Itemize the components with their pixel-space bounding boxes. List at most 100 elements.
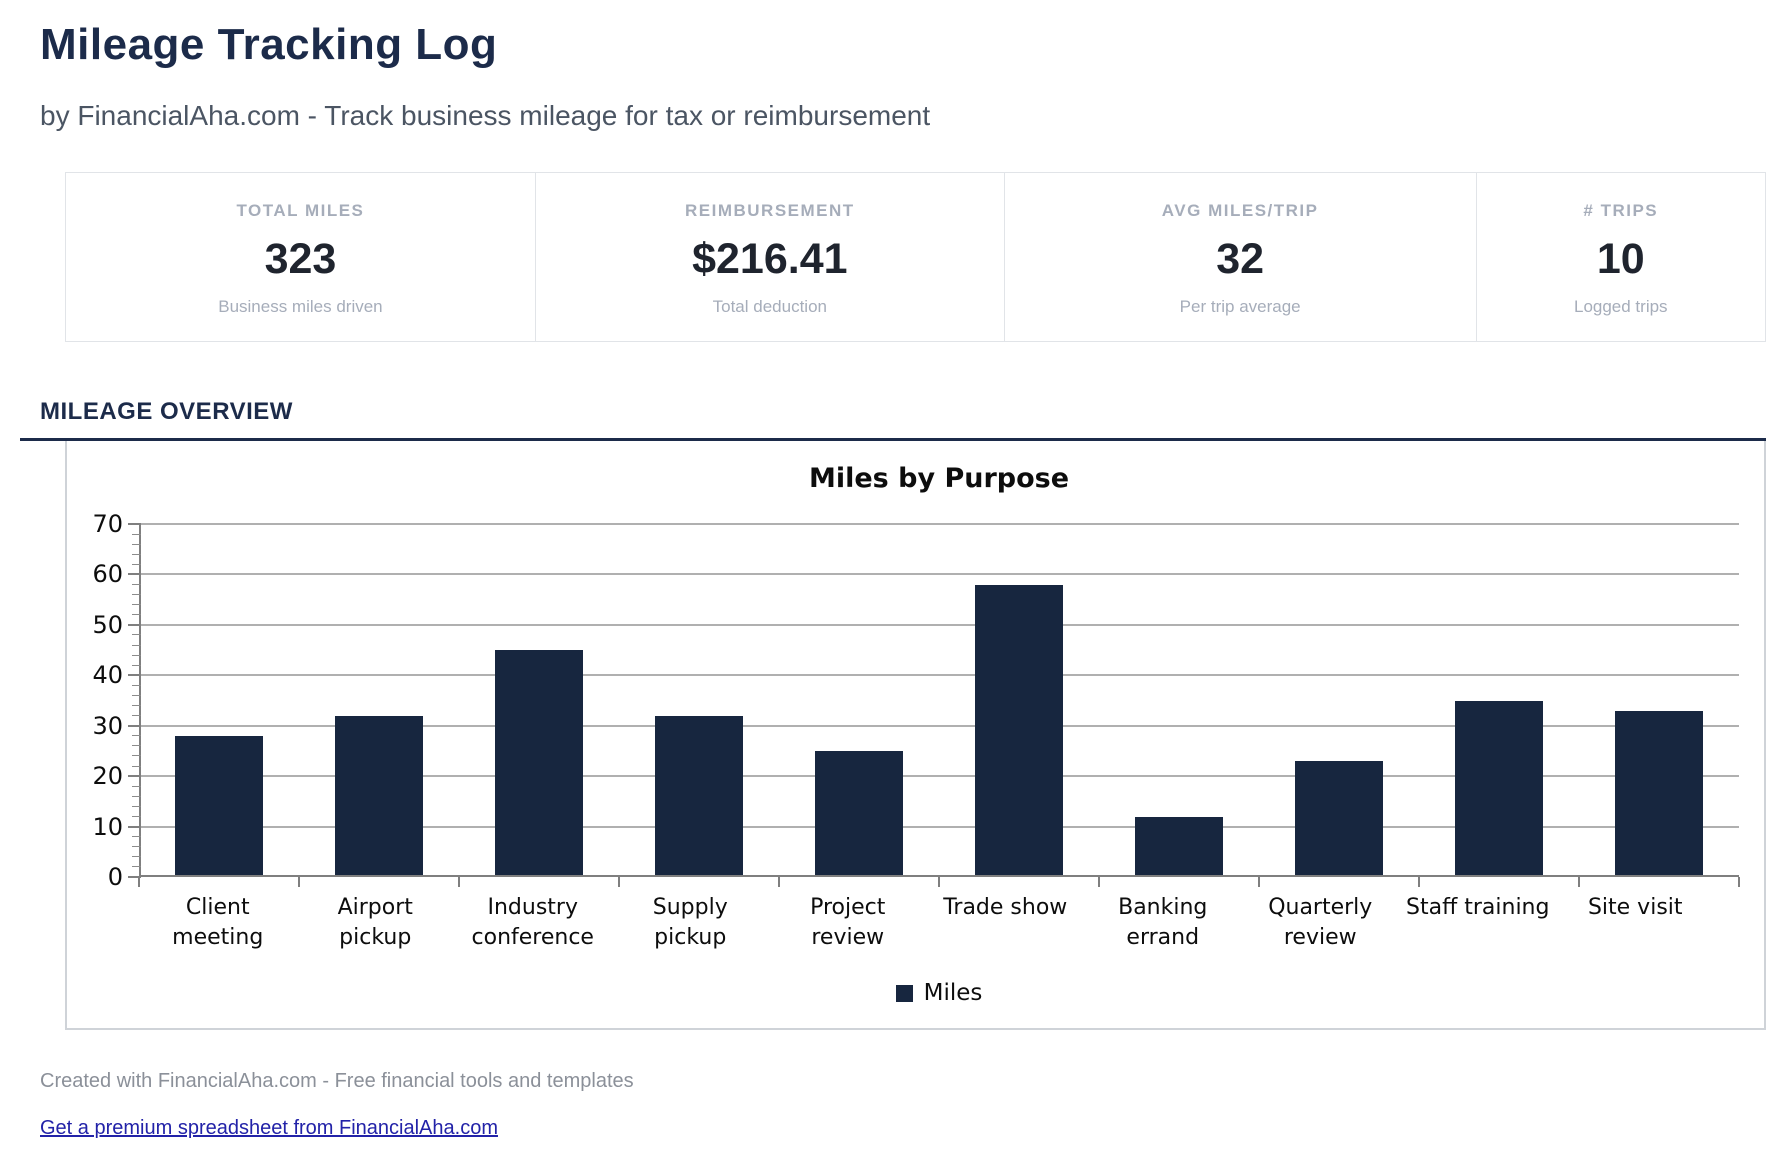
y-tick-minor (132, 695, 141, 696)
bar-slot (619, 524, 779, 877)
stat-card-total-miles: TOTAL MILES 323 Business miles driven (66, 173, 535, 341)
x-tick (778, 877, 780, 887)
mileage-chart-panel: Miles by Purpose 010203040506070 Client … (65, 441, 1766, 1030)
stat-label: TOTAL MILES (236, 201, 364, 221)
bar-slot (939, 524, 1099, 877)
x-tick (458, 877, 460, 887)
y-tick-label-40: 40 (73, 662, 123, 688)
x-tick (138, 877, 140, 887)
stats-row: TOTAL MILES 323 Business miles driven RE… (65, 172, 1766, 342)
premium-spreadsheet-link[interactable]: Get a premium spreadsheet from Financial… (40, 1117, 498, 1140)
y-tick-label-0: 0 (73, 864, 123, 890)
y-tick-major (128, 674, 141, 676)
stat-value: 10 (1597, 238, 1645, 281)
y-tick-major (128, 523, 141, 525)
y-tick-minor (132, 665, 141, 666)
y-tick-major (128, 573, 141, 575)
stat-value: $216.41 (692, 238, 847, 281)
y-tick-minor (132, 544, 141, 545)
y-tick-label-10: 10 (73, 814, 123, 840)
bar-staff-training (1455, 701, 1543, 878)
y-tick-minor (132, 856, 141, 857)
header: Mileage Tracking Log by FinancialAha.com… (0, 0, 1777, 132)
x-tick (1738, 877, 1740, 887)
y-tick-minor (132, 786, 141, 787)
y-tick-minor (132, 806, 141, 807)
y-tick-minor (132, 554, 141, 555)
x-tick (1418, 877, 1420, 887)
x-label: Banking errand (1084, 893, 1242, 952)
y-tick-minor (132, 705, 141, 706)
y-tick-label-30: 30 (73, 713, 123, 739)
y-tick-minor (132, 755, 141, 756)
bar-airport-pickup (335, 716, 423, 877)
bar-industry-conference (495, 650, 583, 877)
y-tick-label-70: 70 (73, 511, 123, 537)
y-tick-minor (132, 594, 141, 595)
bar-slot (1419, 524, 1579, 877)
y-tick-minor (132, 584, 141, 585)
plot-outer: 010203040506070 (139, 524, 1739, 877)
x-tick (1258, 877, 1260, 887)
section-header: MILEAGE OVERVIEW (20, 398, 1766, 441)
stat-card-num-trips: # TRIPS 10 Logged trips (1476, 173, 1765, 341)
x-label: Project review (769, 893, 927, 952)
bar-slot (1099, 524, 1259, 877)
stat-sublabel: Logged trips (1574, 297, 1668, 317)
x-axis-labels: Client meetingAirport pickupIndustry con… (139, 893, 1714, 952)
y-tick-minor (132, 836, 141, 837)
bar-slot (459, 524, 619, 877)
y-tick-label-20: 20 (73, 763, 123, 789)
y-axis-line (139, 524, 141, 877)
x-tick (1098, 877, 1100, 887)
y-tick-minor (132, 866, 141, 867)
x-label: Staff training (1399, 893, 1557, 952)
y-tick-major (128, 876, 141, 878)
y-tick-minor (132, 745, 141, 746)
y-tick-major (128, 775, 141, 777)
y-tick-minor (132, 534, 141, 535)
y-tick-minor (132, 634, 141, 635)
y-tick-minor (132, 715, 141, 716)
bar-slot (299, 524, 459, 877)
stat-value: 323 (265, 238, 337, 281)
y-tick-minor (132, 645, 141, 646)
stat-card-avg-miles: AVG MILES/TRIP 32 Per trip average (1004, 173, 1476, 341)
stat-sublabel: Total deduction (713, 297, 827, 317)
chart-legend: Miles (139, 980, 1739, 1006)
bar-slot (779, 524, 939, 877)
stat-sublabel: Business miles driven (218, 297, 382, 317)
plot-area (139, 524, 1739, 877)
footer-credit: Created with FinancialAha.com - Free fin… (40, 1070, 1737, 1093)
stat-label: # TRIPS (1583, 201, 1658, 221)
y-tick-label-50: 50 (73, 612, 123, 638)
bar-site-visit (1615, 711, 1703, 877)
bar-slot (1259, 524, 1419, 877)
bar-client-meeting (175, 736, 263, 877)
x-tick (298, 877, 300, 887)
stat-label: REIMBURSEMENT (685, 201, 855, 221)
y-tick-minor (132, 685, 141, 686)
bar-slot (139, 524, 299, 877)
y-tick-minor (132, 816, 141, 817)
y-tick-major (128, 826, 141, 828)
y-tick-minor (132, 655, 141, 656)
x-label: Client meeting (139, 893, 297, 952)
bar-project-review (815, 751, 903, 877)
x-label: Industry conference (454, 893, 612, 952)
stat-value: 32 (1216, 238, 1264, 281)
y-tick-minor (132, 846, 141, 847)
legend-label: Miles (924, 980, 983, 1006)
x-tick (1578, 877, 1580, 887)
page-subtitle: by FinancialAha.com - Track business mil… (40, 100, 1737, 132)
y-tick-major (128, 624, 141, 626)
y-tick-label-60: 60 (73, 561, 123, 587)
stat-card-reimbursement: REIMBURSEMENT $216.41 Total deduction (535, 173, 1004, 341)
section-heading: MILEAGE OVERVIEW (40, 398, 293, 425)
y-tick-minor (132, 564, 141, 565)
bars (139, 524, 1739, 877)
x-tick (938, 877, 940, 887)
chart-title: Miles by Purpose (139, 463, 1739, 494)
y-tick-major (128, 725, 141, 727)
y-tick-minor (132, 735, 141, 736)
